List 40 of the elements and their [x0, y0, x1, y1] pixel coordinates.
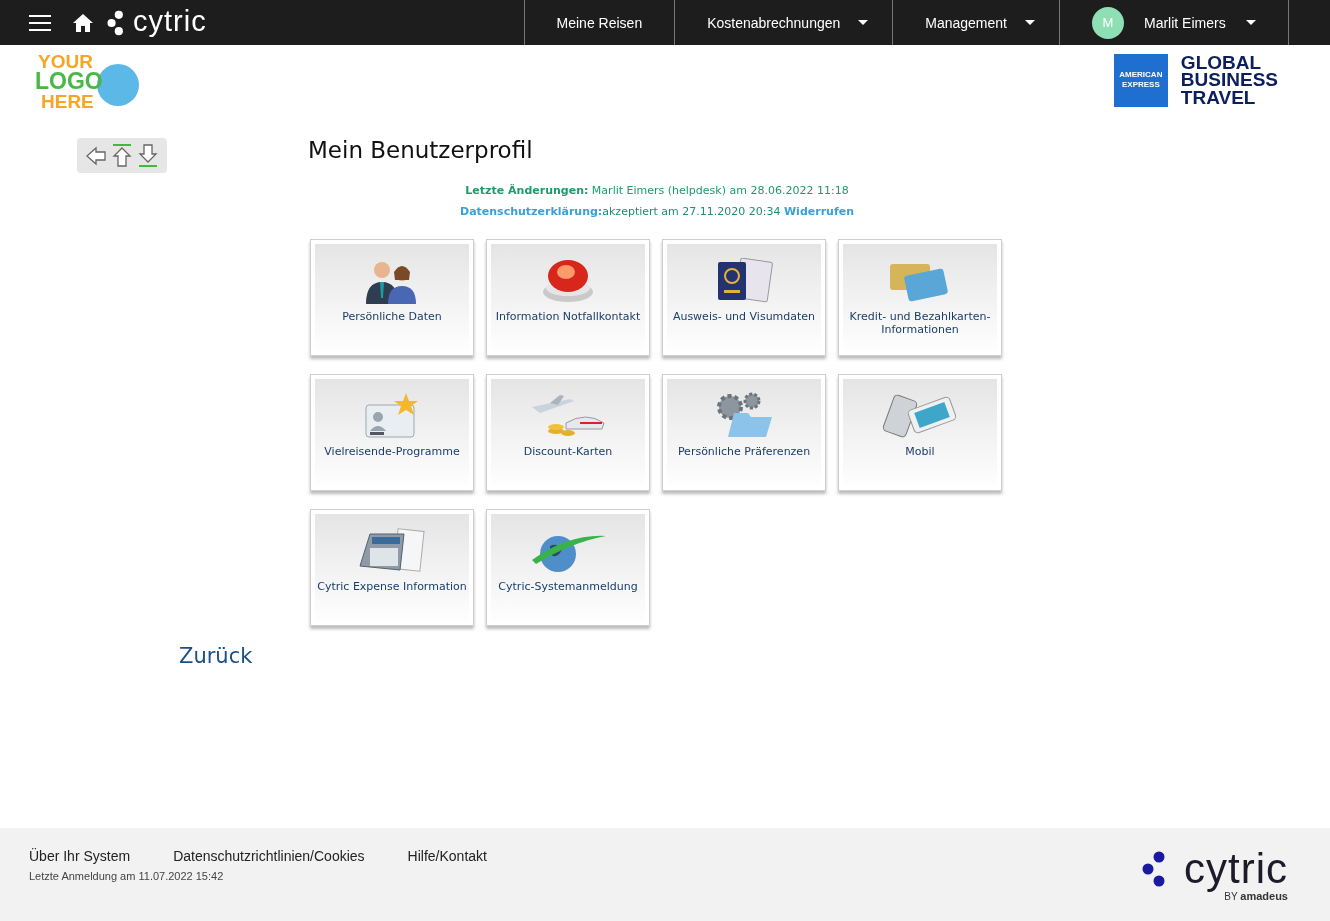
member-card-icon	[364, 393, 420, 439]
back-arrow-icon[interactable]	[85, 144, 107, 167]
profile-tile[interactable]: Information Notfallkontakt	[486, 239, 650, 356]
last-login-info: Letzte Anmeldung am 11.07.2022 15:42	[29, 870, 225, 882]
plane-train-coins-icon	[530, 393, 606, 439]
mobile-phones-icon	[882, 393, 958, 439]
caret-icon	[1025, 20, 1035, 25]
caret-icon	[858, 20, 869, 25]
user-avatar: M	[1092, 6, 1124, 39]
nav-menu-item[interactable]: Meine Reisen	[523, 0, 675, 45]
profile-tile[interactable]: Ausweis- und Visumdaten	[662, 239, 826, 356]
partner-logo: AMERICAN EXPRESS GLOBAL BUSINESS TRAVEL	[1113, 53, 1278, 107]
user-menu[interactable]: M Marlit Eimers	[1059, 0, 1288, 45]
user-name: Marlit Eimers	[1144, 14, 1226, 31]
upload-arrow-icon[interactable]	[111, 143, 133, 168]
footer-link[interactable]: Datenschutzrichtlinien/Cookies	[173, 848, 365, 864]
back-link[interactable]: Zurück	[179, 644, 253, 668]
download-arrow-icon[interactable]	[137, 143, 159, 168]
page-title: Mein Benutzerprofil	[308, 137, 534, 163]
privacy-status: akzeptiert am 27.11.2020 20:34	[602, 205, 781, 218]
footer-link[interactable]: Hilfe/Kontakt	[407, 848, 487, 864]
brand-name[interactable]: cytric	[133, 6, 207, 39]
nav-menu-item[interactable]: Management	[892, 0, 1059, 45]
profile-tile[interactable]: Cytric Expense Information	[310, 509, 474, 626]
gears-folder-icon	[714, 391, 774, 439]
footer-logo: cytric BY amadeus	[1142, 828, 1288, 921]
profile-tile[interactable]: Kredit- und Bezahlkarten-Informationen	[838, 239, 1002, 356]
home-icon[interactable]	[73, 13, 93, 32]
privacy-label: Datenschutzerklärung:	[460, 205, 603, 218]
footer-link[interactable]: Über Ihr System	[29, 848, 131, 864]
profile-tile[interactable]: Discount-Karten	[486, 374, 650, 491]
menu-icon[interactable]	[29, 14, 51, 31]
profile-tile[interactable]: Persönliche Daten	[310, 239, 474, 356]
profile-tile[interactable]: Persönliche Präferenzen	[662, 374, 826, 491]
nav-menu-item[interactable]: Kostenabrechnungen	[674, 0, 893, 45]
profile-tile[interactable]: Cytric-Systemanmeldung	[486, 509, 650, 626]
caret-icon	[1245, 20, 1256, 25]
last-change-info: Letzte Änderungen: Marlit Eimers (helpdesk) am 28.06.2022 11:18	[464, 183, 850, 199]
profile-tile[interactable]: Vielreisende-Programme	[310, 374, 474, 491]
profile-tile[interactable]: Mobil	[838, 374, 1002, 491]
